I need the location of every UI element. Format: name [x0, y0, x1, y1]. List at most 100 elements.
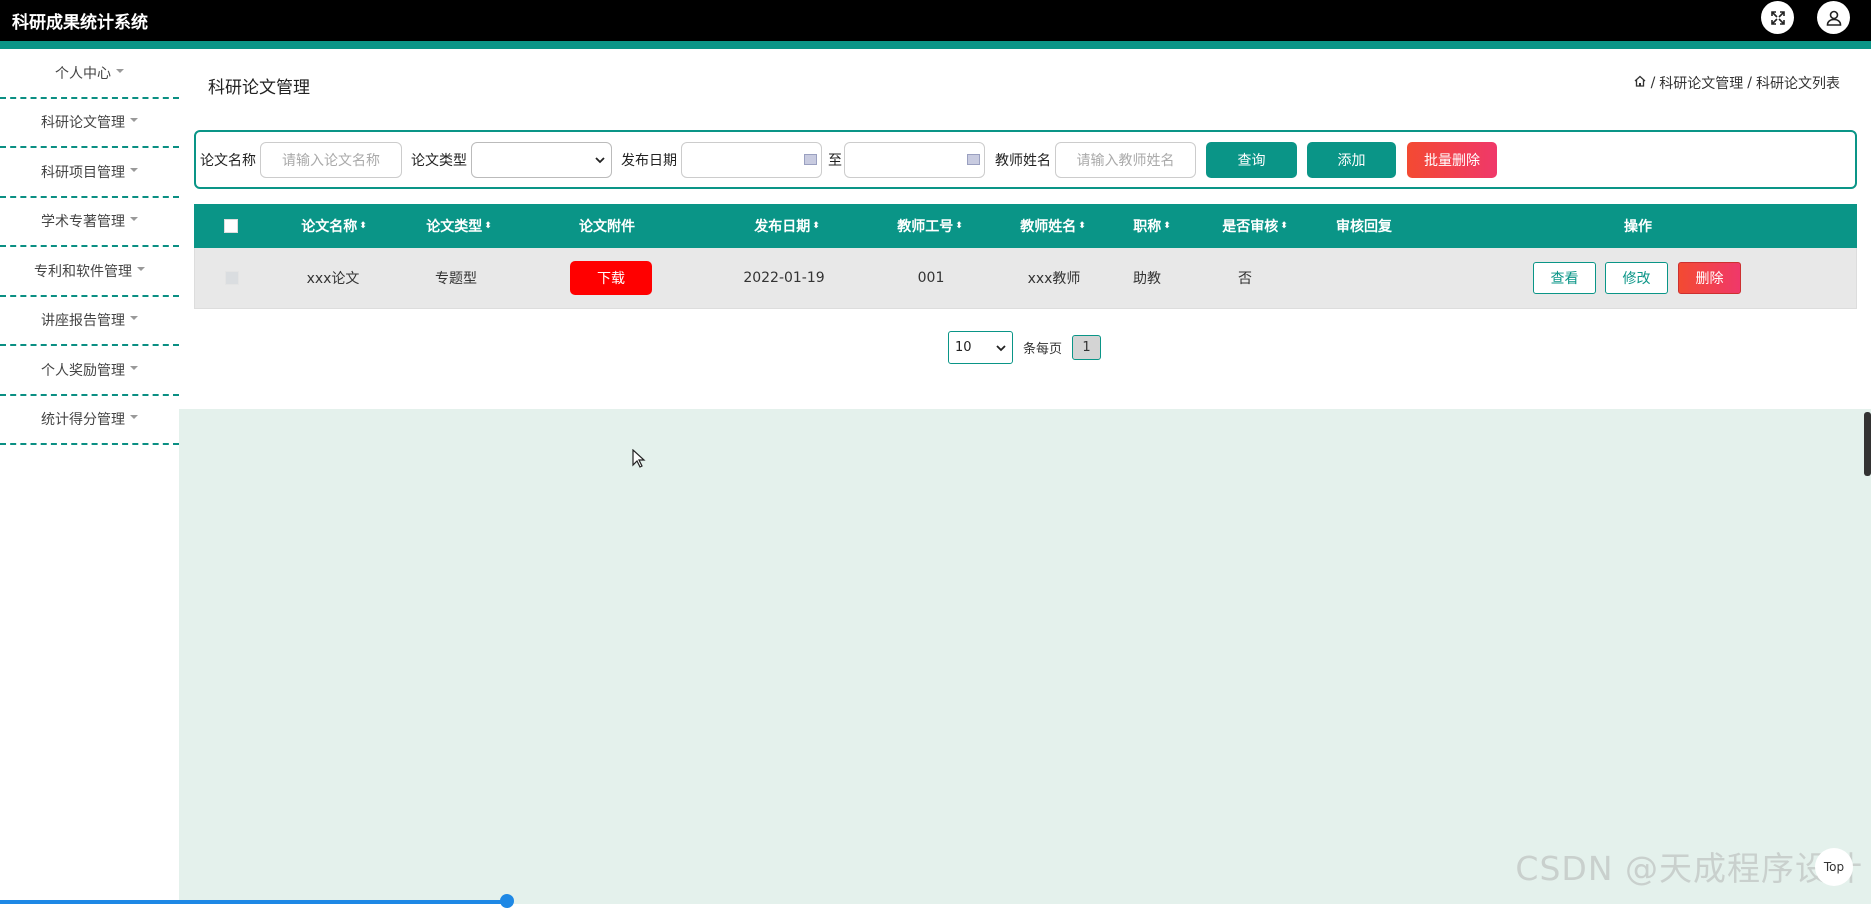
sidebar-item-label: 个人中心	[55, 63, 111, 83]
add-button[interactable]: 添加	[1307, 142, 1396, 178]
delete-button[interactable]: 删除	[1678, 262, 1741, 294]
column-header-teacher-id[interactable]: 教师工号⬍	[860, 204, 1000, 248]
sort-icon[interactable]: ⬍	[1078, 221, 1086, 231]
edit-button-wrap: 修改	[1605, 248, 1668, 308]
column-header-name[interactable]: 论文名称⬍	[264, 204, 404, 248]
cell-name: xxx论文	[263, 248, 403, 308]
cell-teacher-id: 001	[861, 248, 1001, 308]
sidebar-item-lectures[interactable]: 讲座报告管理	[0, 297, 179, 347]
column-header-title[interactable]: 职称⬍	[1102, 204, 1202, 248]
sidebar-item-monographs[interactable]: 学术专著管理	[0, 198, 179, 248]
sort-icon[interactable]: ⬍	[955, 221, 963, 231]
sidebar-item-label: 个人奖励管理	[41, 360, 125, 380]
table-header: 论文名称⬍ 论文类型⬍ 论文附件 发布日期⬍ 教师工号⬍ 教师姓名⬍ 职称⬍ 是…	[194, 204, 1857, 248]
breadcrumb: / 科研论文管理 / 科研论文列表	[1633, 73, 1840, 93]
caret-down-icon	[130, 366, 138, 370]
publish-date-label: 发布日期	[621, 150, 677, 170]
accent-strip	[0, 41, 1871, 49]
column-header-attachment: 论文附件	[537, 204, 677, 248]
fullscreen-icon[interactable]	[1761, 1, 1794, 34]
sort-icon[interactable]: ⬍	[1280, 221, 1288, 231]
sidebar-item-personal-center[interactable]: 个人中心	[0, 49, 179, 99]
batch-delete-button[interactable]: 批量删除	[1407, 142, 1497, 178]
progress-bar	[0, 900, 510, 904]
sort-icon[interactable]: ⬍	[812, 221, 820, 231]
date-end-input[interactable]	[844, 142, 985, 178]
watermark: CSDN @天成程序设计	[1515, 842, 1863, 890]
column-header-type[interactable]: 论文类型⬍	[389, 204, 529, 248]
date-start-input[interactable]	[681, 142, 822, 178]
caret-down-icon	[130, 217, 138, 221]
sort-icon[interactable]: ⬍	[1163, 221, 1171, 231]
calendar-icon[interactable]	[804, 154, 817, 165]
sidebar: 个人中心 科研论文管理 科研项目管理 学术专著管理 专利和软件管理 讲座报告管理…	[0, 49, 179, 904]
per-page-label: 条每页	[1023, 338, 1062, 357]
download-button[interactable]: 下载	[570, 261, 652, 295]
page-size-value: 10	[955, 340, 972, 355]
sidebar-item-awards[interactable]: 个人奖励管理	[0, 346, 179, 396]
teacher-name-placeholder: 请输入教师姓名	[1077, 150, 1175, 170]
caret-down-icon	[130, 415, 138, 419]
query-button[interactable]: 查询	[1206, 142, 1297, 178]
breadcrumb-item[interactable]: 科研论文管理	[1659, 73, 1743, 93]
page-number-button[interactable]: 1	[1072, 335, 1101, 360]
sidebar-item-label: 讲座报告管理	[41, 310, 125, 330]
chevron-down-icon	[595, 156, 605, 164]
sidebar-item-patents[interactable]: 专利和软件管理	[0, 247, 179, 297]
cell-type: 专题型	[386, 248, 526, 308]
sidebar-item-label: 专利和软件管理	[34, 261, 132, 281]
sidebar-item-papers[interactable]: 科研论文管理	[0, 99, 179, 149]
view-button[interactable]: 查看	[1533, 262, 1596, 294]
paper-name-input[interactable]: 请输入论文名称	[260, 142, 402, 178]
caret-down-icon	[130, 316, 138, 320]
view-button-wrap: 查看	[1533, 248, 1596, 308]
paper-name-label: 论文名称	[200, 150, 256, 170]
sidebar-item-scores[interactable]: 统计得分管理	[0, 396, 179, 446]
column-header-reviewed[interactable]: 是否审核⬍	[1195, 204, 1315, 248]
cell-reviewed: 否	[1185, 248, 1305, 308]
scrollbar-handle[interactable]	[1864, 412, 1871, 476]
mouse-cursor-icon	[632, 449, 646, 469]
sidebar-item-label: 科研论文管理	[41, 112, 125, 132]
download-button-wrap: 下载	[570, 248, 652, 308]
delete-button-wrap: 删除	[1678, 248, 1741, 308]
teacher-name-input[interactable]: 请输入教师姓名	[1055, 142, 1196, 178]
sort-icon[interactable]: ⬍	[359, 221, 367, 231]
cell-reply	[1305, 248, 1425, 308]
sidebar-item-projects[interactable]: 科研项目管理	[0, 148, 179, 198]
caret-down-icon	[130, 168, 138, 172]
calendar-icon[interactable]	[967, 154, 980, 165]
cell-date: 2022-01-19	[714, 248, 854, 308]
chevron-down-icon	[996, 344, 1006, 352]
caret-down-icon	[116, 69, 124, 73]
teacher-name-label: 教师姓名	[995, 150, 1051, 170]
page-size-select[interactable]: 10	[948, 331, 1013, 364]
column-header-date[interactable]: 发布日期⬍	[717, 204, 857, 248]
column-header-reply: 审核回复	[1304, 204, 1424, 248]
breadcrumb-separator: /	[1651, 75, 1656, 91]
content-background	[179, 409, 1871, 904]
cell-title: 助教	[1097, 248, 1197, 308]
app-title: 科研成果统计系统	[12, 8, 148, 33]
row-checkbox[interactable]	[215, 248, 248, 308]
sort-icon[interactable]: ⬍	[484, 221, 492, 231]
user-icon[interactable]	[1817, 1, 1850, 34]
top-bar: 科研成果统计系统	[0, 0, 1871, 41]
caret-down-icon	[137, 267, 145, 271]
select-all-checkbox[interactable]	[214, 204, 247, 248]
sidebar-item-label: 学术专著管理	[41, 211, 125, 231]
paper-type-select[interactable]	[471, 142, 612, 178]
caret-down-icon	[130, 118, 138, 122]
search-form: 论文名称 请输入论文名称 论文类型 发布日期 至 教师姓名 请输入教师姓名 查询…	[194, 130, 1857, 189]
papers-table: 论文名称⬍ 论文类型⬍ 论文附件 发布日期⬍ 教师工号⬍ 教师姓名⬍ 职称⬍ 是…	[194, 204, 1857, 309]
pagination: 10 条每页 1	[948, 331, 1101, 364]
home-icon[interactable]	[1633, 74, 1647, 92]
sidebar-item-label: 科研项目管理	[41, 162, 125, 182]
page-title: 科研论文管理	[208, 73, 310, 98]
paper-name-placeholder: 请输入论文名称	[282, 150, 380, 170]
sidebar-item-label: 统计得分管理	[41, 409, 125, 429]
progress-knob[interactable]	[500, 894, 514, 908]
back-to-top-button[interactable]: Top	[1815, 848, 1853, 886]
column-header-actions: 操作	[1578, 204, 1698, 248]
edit-button[interactable]: 修改	[1605, 262, 1668, 294]
